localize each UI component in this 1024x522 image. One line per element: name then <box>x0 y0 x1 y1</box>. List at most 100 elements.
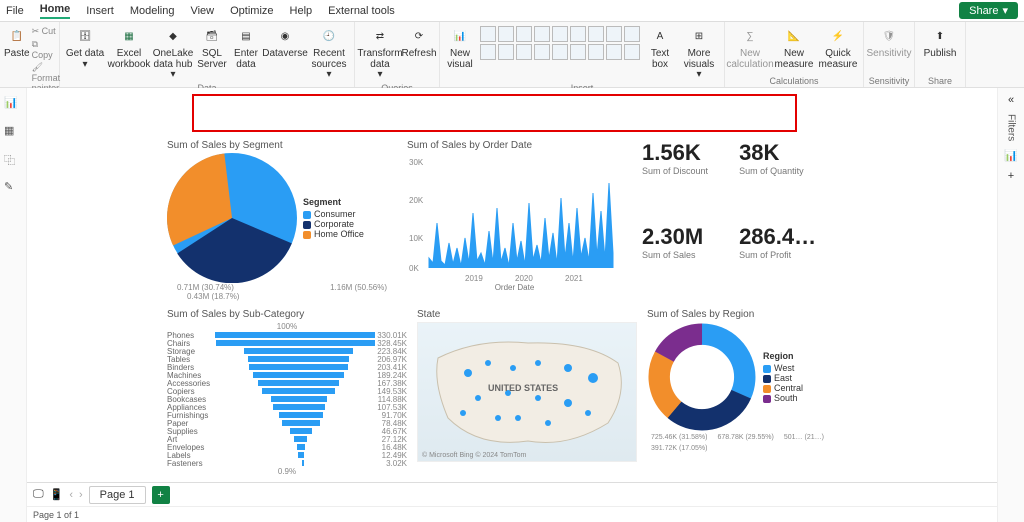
tab-external-tools[interactable]: External tools <box>328 5 395 17</box>
sensitivity-icon: 🛡 <box>878 26 900 48</box>
model-view-button[interactable]: ⿻ <box>4 152 22 170</box>
onelake-button[interactable]: ◆OneLake data hub▾ <box>152 24 194 83</box>
line-chart-orderdate[interactable]: Sum of Sales by Order Date 30K 20K 10K 0… <box>407 140 622 301</box>
gallery-visual[interactable] <box>606 26 622 42</box>
tab-home[interactable]: Home <box>40 3 71 19</box>
refresh-button[interactable]: ⟳Refresh <box>403 24 435 62</box>
report-canvas[interactable]: Sum of Sales by Segment Segment Consumer… <box>27 88 997 482</box>
gallery-visual[interactable] <box>552 26 568 42</box>
cut-button[interactable]: ✂ Cut <box>32 26 61 37</box>
gallery-visual[interactable] <box>606 44 622 60</box>
excel-icon: ▦ <box>118 26 140 48</box>
gallery-visual[interactable] <box>552 44 568 60</box>
svg-text:0K: 0K <box>409 264 419 273</box>
quick-measure-icon: ⚡ <box>827 26 849 48</box>
gallery-visual[interactable] <box>624 44 640 60</box>
highlight-annotation <box>192 94 797 132</box>
pie-chart-segment[interactable]: Sum of Sales by Segment Segment Consumer… <box>167 140 397 301</box>
copy-button[interactable]: ⧉ Copy <box>32 39 61 60</box>
sql-icon: 🗃 <box>201 26 223 48</box>
legend: Segment Consumer Corporate Home Office <box>303 197 364 239</box>
gallery-visual[interactable] <box>480 26 496 42</box>
more-visuals-icon: ⊞ <box>688 26 710 48</box>
refresh-icon: ⟳ <box>408 26 430 48</box>
new-calculation-button[interactable]: ∑New calculation <box>729 24 771 72</box>
visual-title: State <box>417 309 637 320</box>
desktop-layout-button[interactable]: 🖵 <box>33 488 44 501</box>
mobile-layout-button[interactable]: 📱 <box>50 488 64 501</box>
funnel-row: Fasteners3.02K <box>167 459 407 467</box>
gallery-visual[interactable] <box>570 44 586 60</box>
filters-pane-toggle[interactable]: Filters <box>1006 114 1017 141</box>
text-box-button[interactable]: AText box <box>644 24 676 72</box>
svg-text:2019: 2019 <box>465 274 483 283</box>
get-data-button[interactable]: 🗄Get data▾ <box>64 24 106 72</box>
map-svg <box>418 323 638 463</box>
quick-measure-button[interactable]: ⚡Quick measure <box>817 24 859 72</box>
gallery-visual[interactable] <box>516 26 532 42</box>
group-label: Sensitivity <box>868 76 910 87</box>
new-visual-button[interactable]: 📊New visual <box>444 24 476 72</box>
enter-data-button[interactable]: ▤Enter data <box>230 24 262 72</box>
sensitivity-button[interactable]: 🛡Sensitivity <box>868 24 910 62</box>
card-profit[interactable]: 286.4…Sum of Profit <box>739 224 816 302</box>
tab-optimize[interactable]: Optimize <box>230 5 273 17</box>
gallery-visual[interactable] <box>588 44 604 60</box>
tab-view[interactable]: View <box>190 5 214 17</box>
new-measure-button[interactable]: 📐New measure <box>773 24 815 72</box>
more-visuals-button[interactable]: ⊞More visuals▾ <box>678 24 720 83</box>
gallery-visual[interactable] <box>588 26 604 42</box>
chart-icon: 📊 <box>449 26 471 48</box>
clipboard-icon: 📋 <box>6 26 28 48</box>
next-page-button[interactable]: › <box>79 489 83 501</box>
page-tab[interactable]: Page 1 <box>89 486 146 504</box>
excel-workbook-button[interactable]: ▦Excel workbook <box>108 24 150 72</box>
recent-sources-button[interactable]: 🕘Recent sources▾ <box>308 24 350 83</box>
visual-gallery <box>478 24 642 62</box>
recent-icon: 🕘 <box>318 26 340 48</box>
menu-bar: File Home Insert Modeling View Optimize … <box>0 0 1024 22</box>
dataverse-button[interactable]: ◉Dataverse <box>264 24 306 62</box>
card-quantity[interactable]: 38KSum of Quantity <box>739 140 816 218</box>
donut-chart-region[interactable]: Sum of Sales by Region Region West East <box>647 309 847 476</box>
add-page-button[interactable]: + <box>152 486 170 504</box>
card-sales[interactable]: 2.30MSum of Sales <box>642 224 719 302</box>
card-discount[interactable]: 1.56KSum of Discount <box>642 140 719 218</box>
tab-insert[interactable]: Insert <box>86 5 114 17</box>
collapse-panes-button[interactable]: « <box>1008 94 1014 106</box>
prev-page-button[interactable]: ‹ <box>69 489 73 501</box>
transform-icon: ⇄ <box>369 26 391 48</box>
gallery-visual[interactable] <box>498 26 514 42</box>
publish-button[interactable]: ⬆Publish <box>919 24 961 62</box>
visualizations-pane-icon[interactable]: 📊 <box>1004 149 1018 162</box>
table-icon: ▤ <box>235 26 257 48</box>
kpi-cards: 1.56KSum of Discount 38KSum of Quantity … <box>632 140 816 301</box>
map-attribution: © Microsoft Bing © 2024 TomTom <box>422 452 526 459</box>
report-view-button[interactable]: 📊 <box>4 96 22 114</box>
tab-modeling[interactable]: Modeling <box>130 5 175 17</box>
table-view-button[interactable]: ▦ <box>4 124 22 142</box>
group-label: Share <box>919 76 961 87</box>
axis-label: Order Date <box>407 283 622 292</box>
ribbon: 📋Paste ✂ Cut ⧉ Copy 🖌 Format painter Cli… <box>0 22 1024 88</box>
gallery-visual[interactable] <box>534 26 550 42</box>
onelake-icon: ◆ <box>162 26 184 48</box>
map-chart-state[interactable]: State UNITED STATES © Micr <box>417 309 637 476</box>
svg-text:2021: 2021 <box>565 274 583 283</box>
paste-button[interactable]: 📋Paste <box>4 24 30 62</box>
add-pane-button[interactable]: + <box>1008 170 1014 182</box>
funnel-chart-subcategory[interactable]: Sum of Sales by Sub-Category 100% Phones… <box>167 309 407 476</box>
share-button[interactable]: Share ▾ <box>959 2 1018 19</box>
transform-data-button[interactable]: ⇄Transform data▾ <box>359 24 401 83</box>
gallery-visual[interactable] <box>516 44 532 60</box>
gallery-visual[interactable] <box>498 44 514 60</box>
line-svg: 30K 20K 10K 0K 2019 2020 2021 <box>407 153 617 283</box>
gallery-visual[interactable] <box>480 44 496 60</box>
dax-view-button[interactable]: ✎ <box>4 180 22 198</box>
tab-help[interactable]: Help <box>290 5 313 17</box>
gallery-visual[interactable] <box>534 44 550 60</box>
gallery-visual[interactable] <box>570 26 586 42</box>
gallery-visual[interactable] <box>624 26 640 42</box>
tab-file[interactable]: File <box>6 5 24 17</box>
sql-server-button[interactable]: 🗃SQL Server <box>196 24 228 72</box>
